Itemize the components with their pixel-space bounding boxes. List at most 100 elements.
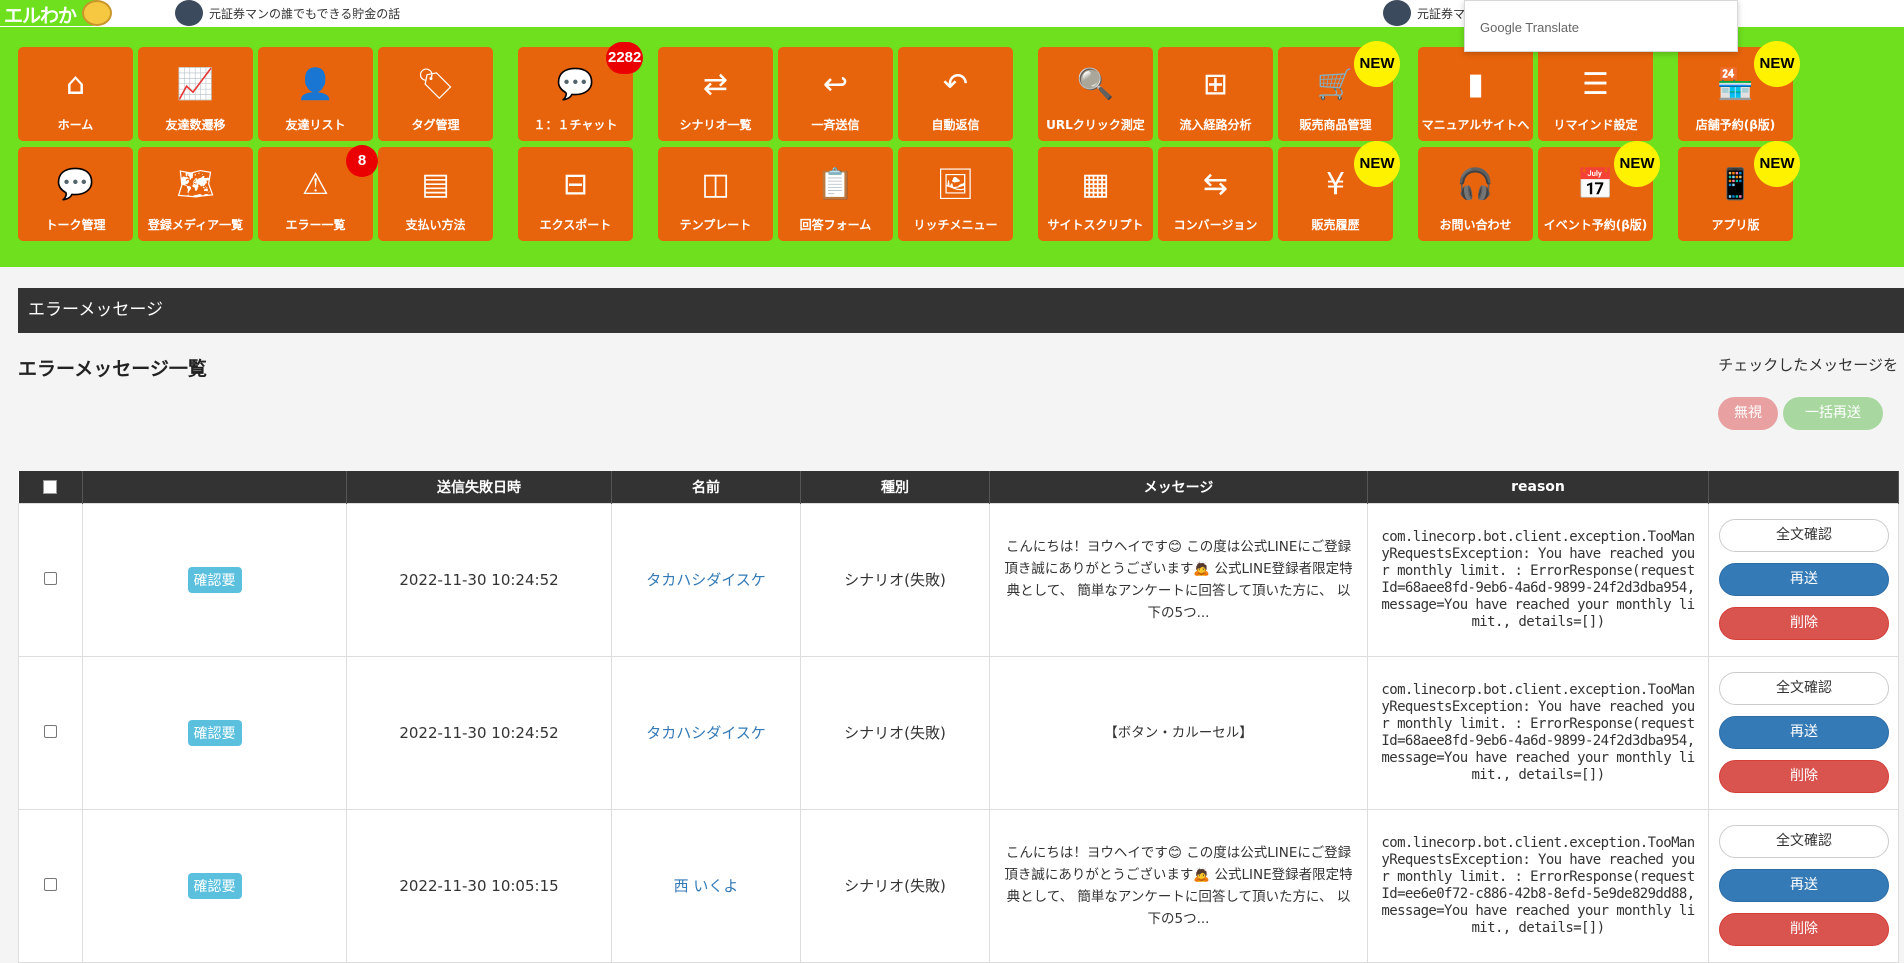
nav-tile-site-script[interactable]: ▦ サイトスクリプト: [1038, 147, 1153, 241]
account-selector-right[interactable]: 元証券マ: [1383, 0, 1465, 26]
nav-tile-label: エラー一覧: [285, 218, 346, 232]
row-checkbox[interactable]: [44, 571, 57, 585]
view-full-button[interactable]: 全文確認: [1719, 519, 1889, 552]
failed-date: 2022-11-30 10:24:52: [346, 502, 612, 657]
nav-tile-manual-site[interactable]: ▮ マニュアルサイトへ: [1418, 47, 1533, 141]
checked-messages-label: チェックしたメッセージを: [1718, 356, 1898, 374]
google-translate-popup[interactable]: Google Translate: [1464, 0, 1738, 52]
row-actions: 全文確認 再送 削除: [1708, 655, 1899, 810]
mascot-icon: [82, 0, 112, 26]
avatar: [175, 0, 203, 26]
message-type: シナリオ(失敗): [800, 808, 990, 963]
analytics-icon: 🔍: [1076, 67, 1115, 102]
nav-tile-remind-settings[interactable]: ☰ リマインド設定: [1538, 47, 1653, 141]
row-actions: 全文確認 再送 削除: [1708, 808, 1899, 963]
delete-button[interactable]: 削除: [1719, 913, 1889, 946]
nav-tile-inflow-analysis[interactable]: ⊞ 流入経路分析: [1158, 47, 1273, 141]
nav-tile-label: リマインド設定: [1553, 118, 1638, 132]
row-checkbox[interactable]: [44, 877, 57, 891]
friend-name-link[interactable]: 西 いくよ: [674, 877, 739, 895]
status-badge: 確認要: [187, 872, 242, 899]
nav-tile-home[interactable]: ⌂ ホーム: [18, 47, 133, 141]
resend-button[interactable]: 再送: [1719, 716, 1889, 749]
headset-icon: 🎧: [1456, 167, 1495, 202]
nav-tile-label: 販売商品管理: [1299, 118, 1372, 132]
reply-icon: ↩: [822, 67, 849, 102]
date-header: 送信失敗日時: [346, 471, 612, 503]
nav-tile-conversion[interactable]: ⇆ コンバージョン: [1158, 147, 1273, 241]
nav-tile-broadcast[interactable]: ↩ 一斉送信: [778, 47, 893, 141]
table-row: 確認要 2022-11-30 10:24:52 タカハシダイスケ シナリオ(失敗…: [18, 655, 1899, 810]
comment-icon: 💬: [56, 167, 95, 202]
new-badge: NEW: [1354, 141, 1400, 187]
nav-tile-label: テンプレート: [679, 218, 752, 232]
nav-tile-payment-method[interactable]: ▤ 支払い方法: [378, 147, 493, 241]
friend-name-link[interactable]: タカハシダイスケ: [646, 724, 766, 742]
nav-tile-answer-form[interactable]: 📋 回答フォーム: [778, 147, 893, 241]
nav-tile-label: 友達数遷移: [165, 118, 226, 132]
delete-button[interactable]: 削除: [1719, 760, 1889, 793]
error-message-table: 送信失敗日時 名前 種別 メッセージ reason 確認要 2022-11-30…: [18, 471, 1899, 963]
nav-tile-auto-reply[interactable]: ↶ 自動返信: [898, 47, 1013, 141]
nav-tile-rich-menu[interactable]: 🖼 リッチメニュー: [898, 147, 1013, 241]
ignore-button[interactable]: 無視: [1718, 397, 1778, 430]
message-header: メッセージ: [989, 471, 1368, 503]
table-row: 確認要 2022-11-30 10:05:15 西 いくよ シナリオ(失敗) こ…: [18, 808, 1899, 963]
nav-tile-friend-list[interactable]: 👤 友達リスト: [258, 47, 373, 141]
nav-tile-talk-management[interactable]: 💬 トーク管理: [18, 147, 133, 241]
nav-tile-label: ホーム: [57, 118, 94, 132]
error-count-badge: 8: [346, 145, 378, 177]
home-icon: ⌂: [65, 67, 86, 102]
nav-tile-tag-management[interactable]: 🏷 タグ管理: [378, 47, 493, 141]
row-actions: 全文確認 再送 削除: [1708, 502, 1899, 657]
actions-header: [1708, 471, 1899, 503]
nav-tile-export[interactable]: ⊟ エクスポート: [518, 147, 633, 241]
nav-tile-label: アプリ版: [1711, 218, 1760, 232]
account-selector-left[interactable]: 元証券マンの誰でもできる貯金の話: [175, 0, 400, 26]
resend-button[interactable]: 再送: [1719, 869, 1889, 902]
browser-icon: ▦: [1081, 167, 1110, 202]
select-all-checkbox[interactable]: [43, 479, 58, 494]
row-checkbox[interactable]: [44, 724, 57, 738]
status-header: [82, 471, 347, 503]
nav-tile-template[interactable]: ◫ テンプレート: [658, 147, 773, 241]
resend-button[interactable]: 再送: [1719, 563, 1889, 596]
nav-tile-label: 回答フォーム: [799, 218, 872, 232]
type-header: 種別: [800, 471, 990, 503]
friend-name-link[interactable]: タカハシダイスケ: [646, 571, 766, 589]
nav-tile-friend-trend[interactable]: 📈 友達数遷移: [138, 47, 253, 141]
card-icon: ▤: [421, 167, 450, 202]
nav-tile-label: コンバージョン: [1173, 218, 1258, 232]
nav-tile-label: イベント予約(β版): [1543, 218, 1648, 232]
error-reason: com.linecorp.bot.client.exception.TooMan…: [1367, 502, 1709, 657]
select-all-header[interactable]: [18, 471, 83, 503]
sitemap-icon: ⊞: [1202, 67, 1229, 102]
name-header: 名前: [611, 471, 801, 503]
nav-tile-label: 店舗予約(β版): [1695, 118, 1776, 132]
nav-tile-media-list[interactable]: 🗺 登録メディア一覧: [138, 147, 253, 241]
message-type: シナリオ(失敗): [800, 502, 990, 657]
logo-text: エルわか: [4, 5, 77, 27]
failed-date: 2022-11-30 10:05:15: [346, 808, 612, 963]
delete-button[interactable]: 削除: [1719, 607, 1889, 640]
view-full-button[interactable]: 全文確認: [1719, 672, 1889, 705]
nav-tile-label: 流入経路分析: [1179, 118, 1252, 132]
view-full-button[interactable]: 全文確認: [1719, 825, 1889, 858]
avatar: [1383, 0, 1411, 26]
image-icon: 🖼: [936, 167, 975, 202]
main-nav: ⌂ ホーム 📈 友達数遷移 👤 友達リスト 🏷 タグ管理 💬 １：１チャット 2…: [0, 27, 1904, 267]
status-badge: 確認要: [187, 566, 242, 593]
bulk-resend-button[interactable]: 一括再送: [1783, 397, 1883, 430]
undo-icon: ↶: [942, 67, 969, 102]
nav-tile-scenario-list[interactable]: ⇄ シナリオ一覧: [658, 47, 773, 141]
table-header-row: 送信失敗日時 名前 種別 メッセージ reason: [18, 471, 1899, 503]
error-reason: com.linecorp.bot.client.exception.TooMan…: [1367, 655, 1709, 810]
message-preview: 【ボタン・カルーセル】: [989, 655, 1368, 810]
nav-tile-label: 友達リスト: [285, 118, 346, 132]
status-badge: 確認要: [187, 719, 242, 746]
user-icon: 👤: [296, 67, 335, 102]
google-translate-label: Google Translate: [1480, 20, 1580, 35]
nav-tile-contact[interactable]: 🎧 お問い合わせ: [1418, 147, 1533, 241]
new-badge: NEW: [1754, 141, 1800, 187]
nav-tile-url-click[interactable]: 🔍 URLクリック測定: [1038, 47, 1153, 141]
